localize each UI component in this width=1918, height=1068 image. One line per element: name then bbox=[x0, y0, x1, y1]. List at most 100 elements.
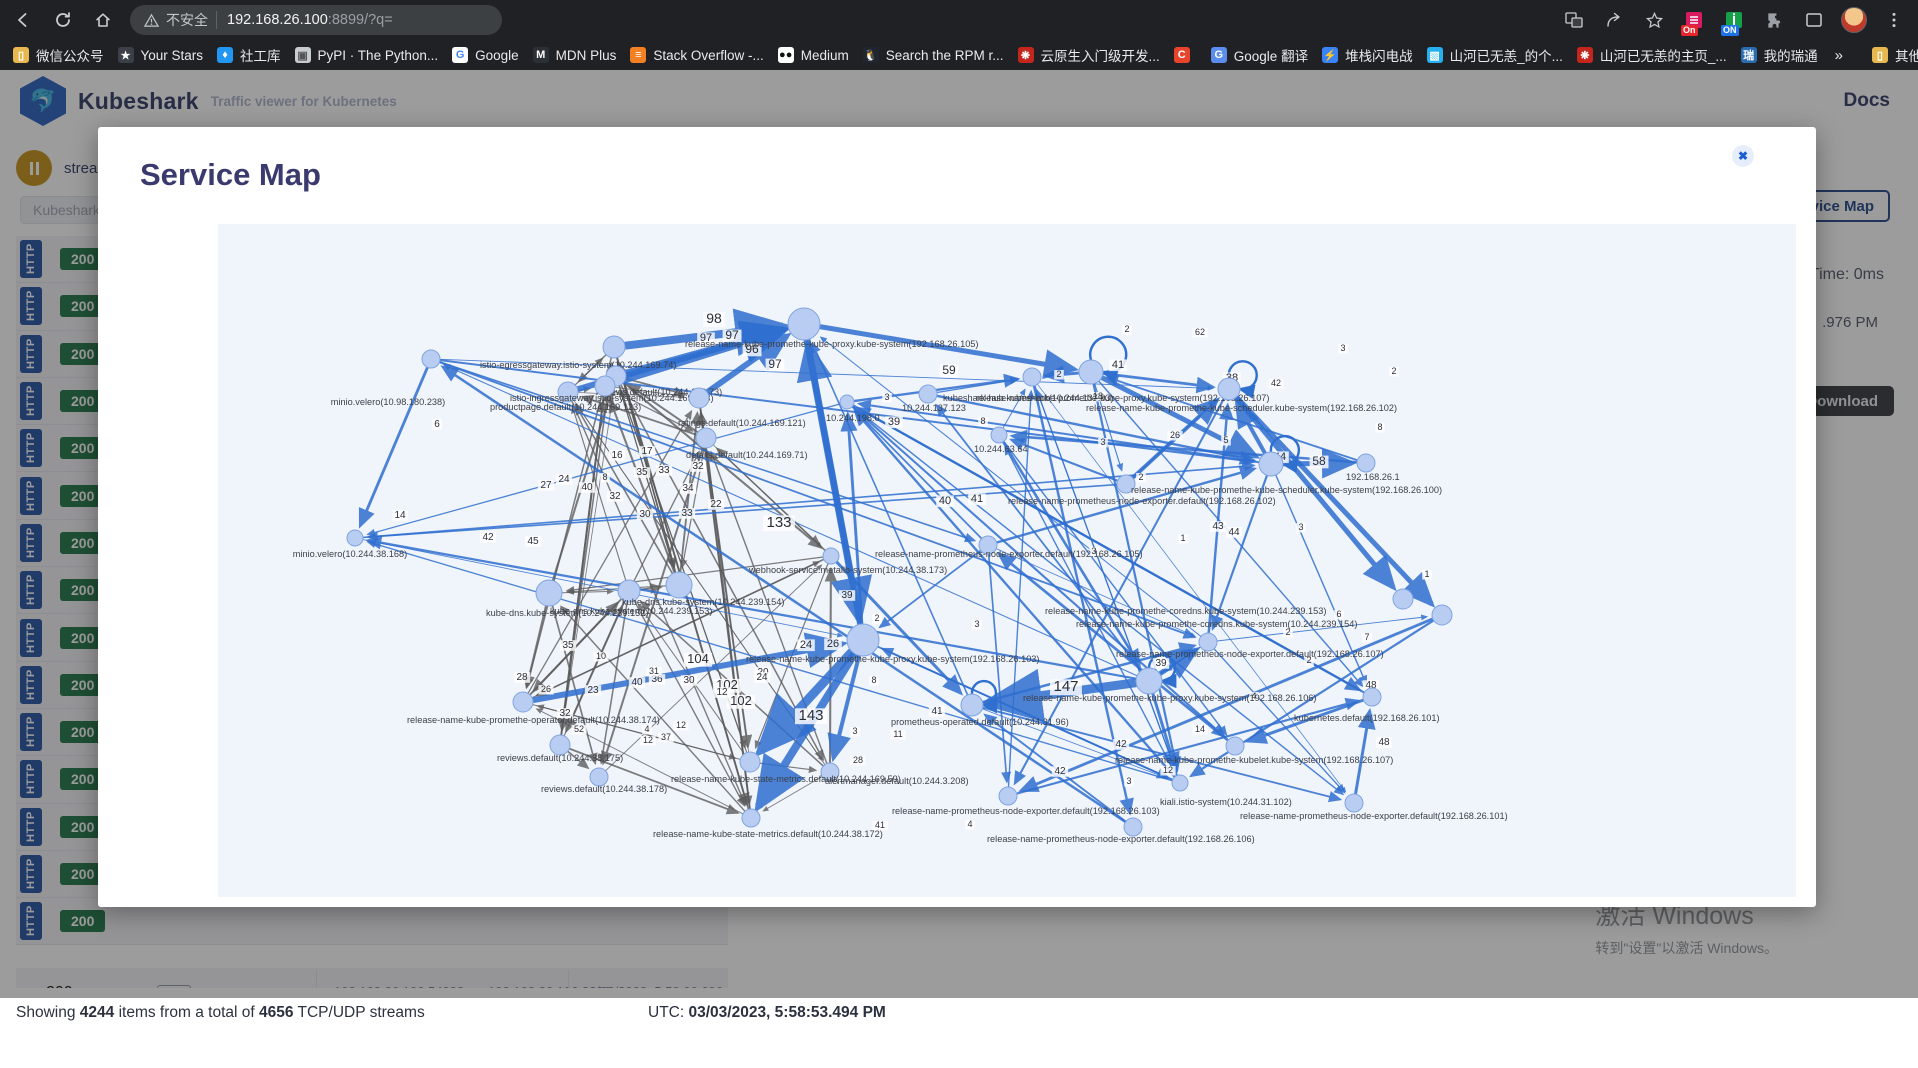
graph-node[interactable] bbox=[1356, 453, 1376, 473]
edge-weight-label: 52 bbox=[574, 724, 584, 734]
bookmark-item[interactable]: ≡ Stack Overflow -... bbox=[623, 43, 770, 67]
graph-node[interactable] bbox=[822, 547, 840, 565]
graph-node[interactable] bbox=[512, 691, 534, 713]
bookmark-item[interactable]: ♦ 社工库 bbox=[210, 43, 288, 67]
reload-icon[interactable] bbox=[46, 3, 80, 37]
graph-node[interactable] bbox=[990, 426, 1008, 444]
bookmark-favicon: ⚡ bbox=[1322, 47, 1339, 63]
bookmark-item[interactable]: ▯ 微信公众号 bbox=[6, 43, 111, 67]
bookmark-favicon: ❋ bbox=[1017, 47, 1034, 63]
graph-node[interactable] bbox=[594, 375, 616, 397]
service-map-graph[interactable]: 9897979697591826241382383542445833982622… bbox=[218, 224, 1796, 897]
bookmark-item[interactable]: G Google bbox=[445, 43, 526, 67]
graph-node[interactable] bbox=[535, 579, 563, 607]
bookmark-star-icon[interactable] bbox=[1639, 5, 1669, 35]
bookmark-label: 微信公众号 bbox=[36, 49, 104, 64]
bookmark-item[interactable]: ★ Your Stars bbox=[111, 43, 211, 67]
bookmark-favicon: ♦ bbox=[217, 47, 234, 63]
bookmark-favicon: G bbox=[1210, 47, 1227, 63]
graph-node[interactable] bbox=[665, 571, 693, 599]
graph-node[interactable] bbox=[1225, 736, 1245, 756]
bookmark-item[interactable]: C bbox=[1167, 43, 1204, 67]
graph-node[interactable] bbox=[1135, 667, 1163, 695]
graph-node[interactable] bbox=[960, 693, 984, 717]
graph-node[interactable] bbox=[549, 734, 571, 756]
graph-node[interactable] bbox=[839, 394, 855, 410]
graph-node[interactable] bbox=[1171, 774, 1189, 792]
bookmark-item[interactable]: 瑞我的瑞通 bbox=[1734, 43, 1825, 67]
other-bookmarks-folder[interactable]: ▯ 其他书签 bbox=[1865, 43, 1918, 67]
edge-weight-label: 3 bbox=[1126, 776, 1131, 786]
graph-node[interactable] bbox=[421, 349, 441, 369]
bookmark-label: 我的瑞通 bbox=[1763, 49, 1818, 64]
extensions-puzzle-icon[interactable] bbox=[1759, 5, 1789, 35]
bookmarks-overflow-chevron-icon[interactable]: » bbox=[1825, 47, 1853, 64]
graph-node-label: productpage.default(10.244.169.123) bbox=[490, 402, 641, 412]
bookmark-label: 堆栈闪电战 bbox=[1345, 49, 1413, 64]
bookmark-item[interactable]: ❋ 云原生入门级开发... bbox=[1011, 43, 1167, 67]
graph-node-label: release-name-kube-state-metrics.default(… bbox=[671, 774, 901, 784]
edge-weight-label: 58 bbox=[1312, 454, 1326, 468]
toolbar-icons: On ON bbox=[1554, 0, 1914, 40]
edge-weight-label: 1 bbox=[1424, 569, 1429, 579]
graph-node[interactable] bbox=[346, 529, 364, 547]
edge-weight-label: 3 bbox=[1100, 437, 1105, 447]
graph-edge bbox=[1354, 707, 1376, 795]
graph-node[interactable] bbox=[602, 335, 626, 359]
extension-red-icon[interactable]: On bbox=[1679, 5, 1709, 36]
extension-red-badge: On bbox=[1681, 25, 1698, 36]
graph-node[interactable] bbox=[1258, 451, 1284, 477]
graph-node[interactable] bbox=[1022, 367, 1042, 387]
bookmark-item[interactable]: M MDN Plus bbox=[526, 43, 624, 67]
graph-node[interactable] bbox=[1078, 359, 1104, 385]
graph-node[interactable] bbox=[695, 427, 717, 449]
graph-node[interactable] bbox=[741, 808, 761, 828]
url-path: :8899/?q= bbox=[327, 12, 393, 28]
bookmark-item[interactable]: ▣ PyPI · The Python... bbox=[288, 43, 446, 67]
edge-weight-label: 4 bbox=[967, 819, 972, 829]
graph-node[interactable] bbox=[787, 307, 821, 341]
graph-node[interactable] bbox=[1217, 377, 1241, 401]
utc-label: UTC: bbox=[648, 1004, 685, 1021]
graph-node[interactable] bbox=[1344, 793, 1364, 813]
close-icon[interactable]: ✖ bbox=[1732, 145, 1754, 167]
bookmark-item[interactable]: ●● Medium bbox=[771, 43, 856, 67]
graph-node[interactable] bbox=[918, 384, 938, 404]
edge-weight-label: 45 bbox=[527, 536, 539, 547]
translate-icon[interactable] bbox=[1559, 5, 1589, 35]
back-icon[interactable] bbox=[6, 3, 40, 37]
graph-node-label: kube-dns.kube-system(10.244.239.154) bbox=[622, 597, 784, 607]
bookmark-item[interactable]: G Google 翻译 bbox=[1204, 43, 1315, 67]
bookmark-favicon: ❋ bbox=[1576, 47, 1593, 63]
graph-node[interactable] bbox=[1431, 604, 1453, 626]
chrome-menu-icon[interactable] bbox=[1879, 5, 1909, 35]
address-bar[interactable]: 不安全 192.168.26.100:8899/?q= bbox=[130, 5, 502, 35]
edge-weight-label: 7 bbox=[1364, 632, 1369, 642]
edge-weight-label: 62 bbox=[1195, 327, 1205, 337]
bookmark-item[interactable]: 🐧 Search the RPM r... bbox=[856, 43, 1011, 67]
edge-weight-label: 37 bbox=[661, 732, 671, 742]
bookmark-item[interactable]: ❋ 山河已无恙的主页_... bbox=[1570, 43, 1734, 67]
graph-node[interactable] bbox=[1392, 588, 1414, 610]
graph-node[interactable] bbox=[846, 623, 880, 657]
share-icon[interactable] bbox=[1599, 5, 1629, 35]
graph-node-label: minio.velero(10.98.180.238) bbox=[331, 397, 445, 407]
graph-node-label: release-name-kube-promethe-kube-schedule… bbox=[1131, 485, 1442, 495]
graph-node[interactable] bbox=[998, 786, 1018, 806]
home-icon[interactable] bbox=[86, 3, 120, 37]
profile-avatar[interactable] bbox=[1839, 5, 1869, 35]
bookmark-item[interactable]: ⚡ 堆栈闪电战 bbox=[1315, 43, 1420, 67]
omnibox-divider bbox=[216, 11, 217, 29]
edge-weight-label: 6 bbox=[1336, 609, 1341, 619]
graph-edge bbox=[854, 409, 983, 540]
sidepanel-icon[interactable] bbox=[1799, 5, 1829, 35]
folder-icon: ▯ bbox=[1871, 47, 1888, 63]
extension-green-icon[interactable]: ON bbox=[1719, 5, 1749, 36]
graph-edge bbox=[987, 553, 1012, 784]
graph-node[interactable] bbox=[1362, 687, 1382, 707]
edge-weight-label: 3 bbox=[852, 726, 857, 736]
graph-node[interactable] bbox=[739, 751, 761, 773]
bookmark-item[interactable]: ▧ 山河已无恙_的个... bbox=[1420, 43, 1570, 67]
bookmark-label: Google bbox=[475, 47, 519, 63]
graph-node[interactable] bbox=[688, 387, 710, 409]
